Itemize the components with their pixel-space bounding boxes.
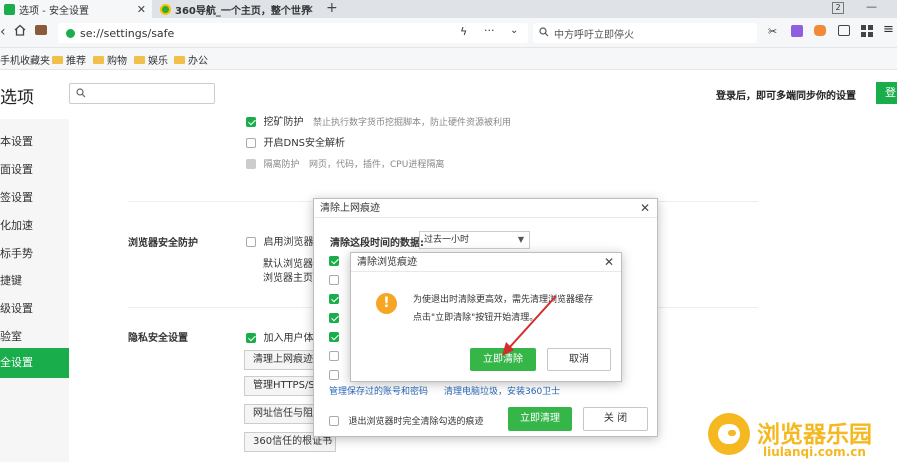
folder-icon: [52, 55, 63, 64]
tab-label: 选项 - 安全设置: [19, 5, 89, 17]
bookmark-mobile[interactable]: 手机收藏夹: [0, 52, 50, 67]
search-box[interactable]: 中方呼吁立即停火: [533, 23, 757, 43]
bookmark-office[interactable]: 办公: [174, 52, 208, 67]
bookmark-recommend[interactable]: 推荐: [52, 52, 86, 67]
close-icon[interactable]: ✕: [305, 3, 314, 16]
toolbar: ‹ se://settings/safe ϟ ··· ⌄ 中方呼吁立即停火 ✂ …: [0, 18, 897, 48]
minimize-icon[interactable]: —: [866, 0, 877, 13]
secure-site-icon: [66, 28, 75, 38]
new-tab-button[interactable]: +: [326, 0, 338, 17]
close-icon[interactable]: ✕: [137, 3, 146, 16]
tab-settings[interactable]: 选项 - 安全设置 ✕: [0, 0, 152, 18]
home-icon[interactable]: [14, 24, 26, 39]
folder-icon: [93, 55, 104, 64]
watermark-url: liulanqi.com.cn: [763, 445, 866, 459]
address-url: se://settings/safe: [80, 26, 175, 40]
scissors-icon[interactable]: ✂: [768, 25, 777, 38]
tab-label: 360导航_一个主页，整个世界: [175, 5, 311, 17]
more-icon[interactable]: ···: [484, 24, 495, 37]
bookmark-entertainment[interactable]: 娱乐: [134, 52, 168, 67]
browser-logo-icon: [4, 3, 15, 15]
chevron-down-icon[interactable]: ⌄: [510, 25, 518, 36]
lightning-icon[interactable]: ϟ: [460, 25, 467, 38]
settings-page: 选项 登录后，即可多端同步你的设置 登 本设置 面设置 签设置 化加速 标手势 …: [0, 71, 897, 462]
gamepad-icon[interactable]: [814, 25, 826, 36]
back-icon[interactable]: ‹: [0, 24, 6, 40]
folder-icon: [134, 55, 145, 64]
annotation-arrow: [502, 295, 557, 356]
folder-icon: [174, 55, 185, 64]
tab-count-badge[interactable]: 2: [832, 2, 844, 14]
apps-grid-icon[interactable]: [861, 25, 873, 40]
bookmarks-bar: 手机收藏夹 推荐 购物 娱乐 办公: [0, 48, 897, 70]
bookmark-shopping[interactable]: 购物: [93, 52, 127, 67]
wallet-icon[interactable]: [35, 25, 47, 35]
tab-360nav[interactable]: 360导航_一个主页，整个世界 ✕: [156, 0, 320, 18]
watermark-text: 浏览器乐园: [757, 422, 872, 448]
reader-icon[interactable]: [838, 25, 850, 36]
address-bar[interactable]: se://settings/safe ϟ ··· ⌄: [58, 23, 528, 43]
watermark-logo-icon: [708, 413, 750, 455]
menu-icon[interactable]: ≡: [883, 22, 894, 37]
nav360-logo-icon: [160, 3, 171, 15]
extension-purple-icon[interactable]: [791, 25, 803, 37]
search-placeholder: 中方呼吁立即停火: [554, 29, 634, 41]
tab-strip: 选项 - 安全设置 ✕ 360导航_一个主页，整个世界 ✕ + 2 —: [0, 0, 897, 18]
search-icon: [539, 26, 549, 40]
